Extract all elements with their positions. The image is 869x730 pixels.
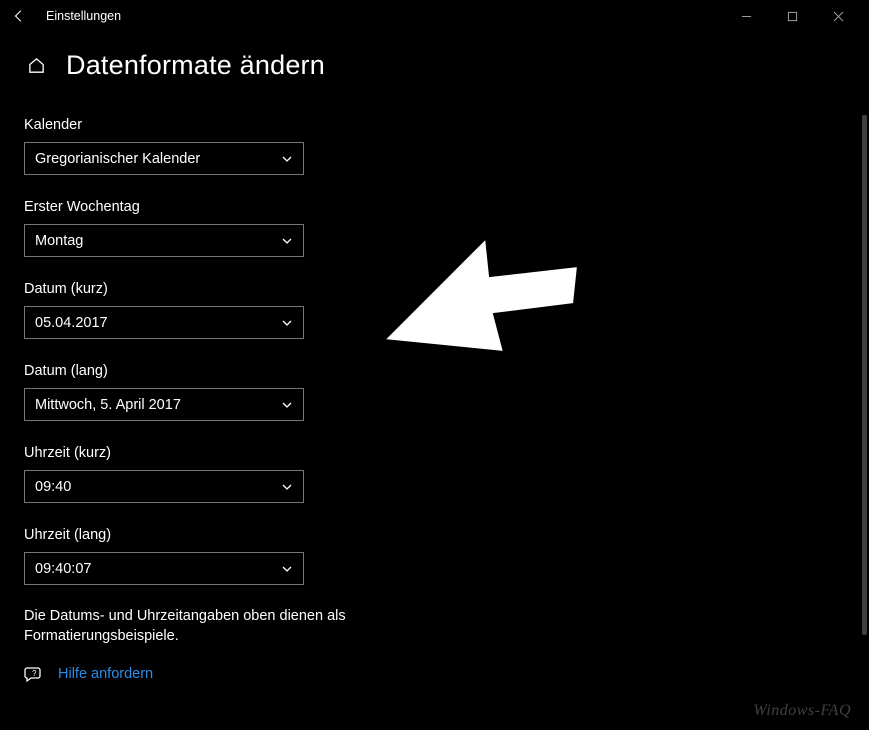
close-button[interactable]: [815, 0, 861, 32]
svg-text:?: ?: [32, 669, 37, 678]
date-short-dropdown[interactable]: 05.04.2017: [24, 306, 304, 339]
time-short-dropdown[interactable]: 09:40: [24, 470, 304, 503]
home-button[interactable]: [24, 54, 48, 78]
date-long-label: Datum (lang): [24, 363, 845, 379]
time-long-value: 09:40:07: [35, 561, 91, 577]
watermark: Windows-FAQ: [753, 702, 851, 720]
chevron-down-icon: [281, 481, 293, 493]
help-chat-icon: ?: [24, 664, 44, 684]
calendar-label: Kalender: [24, 117, 845, 133]
time-short-value: 09:40: [35, 479, 71, 495]
calendar-dropdown[interactable]: Gregorianischer Kalender: [24, 142, 304, 175]
window-title: Einstellungen: [46, 9, 121, 23]
first-day-label: Erster Wochentag: [24, 199, 845, 215]
date-short-label: Datum (kurz): [24, 281, 845, 297]
page-title: Datenformate ändern: [66, 50, 325, 81]
time-long-label: Uhrzeit (lang): [24, 527, 845, 543]
date-long-value: Mittwoch, 5. April 2017: [35, 397, 181, 413]
chevron-down-icon: [281, 317, 293, 329]
chevron-down-icon: [281, 399, 293, 411]
back-button[interactable]: [8, 5, 30, 27]
first-day-dropdown[interactable]: Montag: [24, 224, 304, 257]
format-hint-text: Die Datums- und Uhrzeitangaben oben dien…: [24, 607, 364, 646]
time-short-label: Uhrzeit (kurz): [24, 445, 845, 461]
calendar-value: Gregorianischer Kalender: [35, 151, 200, 167]
chevron-down-icon: [281, 235, 293, 247]
chevron-down-icon: [281, 563, 293, 575]
scrollbar[interactable]: [862, 115, 867, 635]
date-long-dropdown[interactable]: Mittwoch, 5. April 2017: [24, 388, 304, 421]
first-day-value: Montag: [35, 233, 83, 249]
help-link[interactable]: Hilfe anfordern: [58, 666, 153, 682]
chevron-down-icon: [281, 153, 293, 165]
minimize-button[interactable]: [723, 0, 769, 32]
time-long-dropdown[interactable]: 09:40:07: [24, 552, 304, 585]
maximize-button[interactable]: [769, 0, 815, 32]
date-short-value: 05.04.2017: [35, 315, 108, 331]
